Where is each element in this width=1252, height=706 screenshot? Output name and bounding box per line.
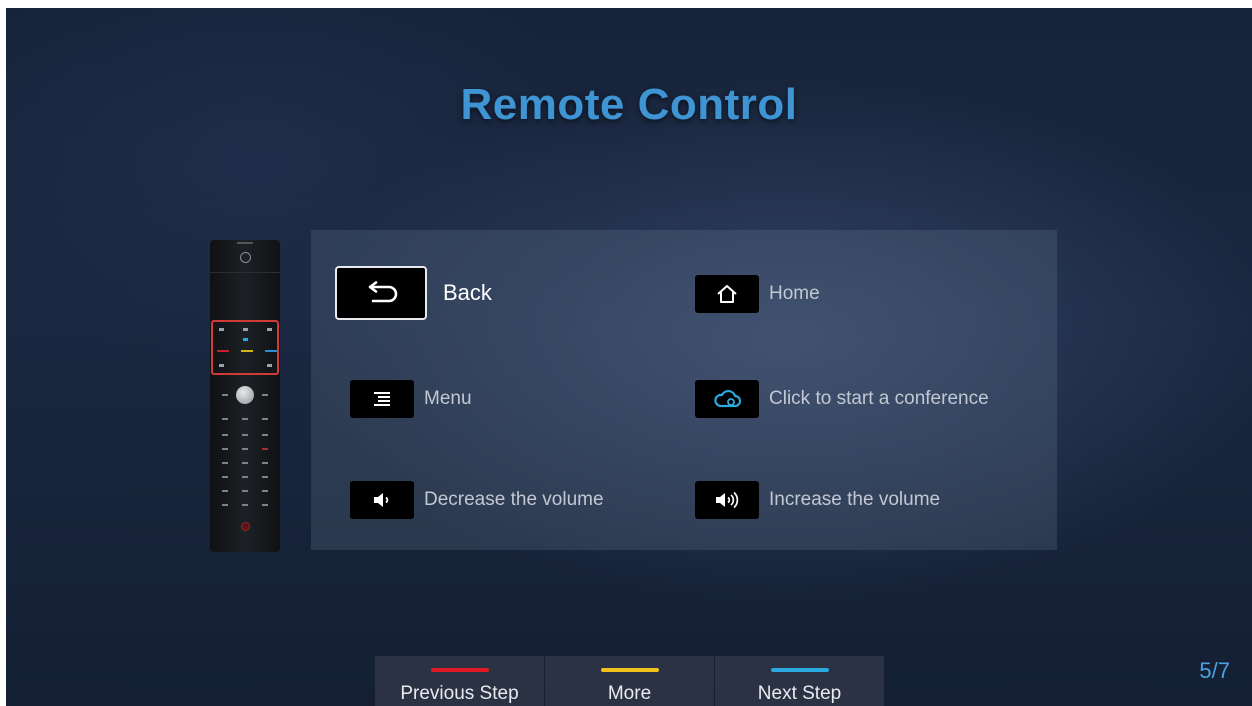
remote-key (242, 504, 248, 506)
remote-highlight-region (211, 320, 279, 375)
remote-key (222, 476, 228, 478)
remote-power-button (240, 252, 251, 263)
remote-menu-key (267, 328, 272, 331)
remote-key (222, 462, 228, 464)
back-arrow-icon (335, 266, 427, 320)
cloud-icon (695, 380, 759, 418)
blue-key-indicator (771, 668, 829, 672)
remote-key (242, 418, 248, 420)
remote-cloud-key (243, 338, 248, 341)
remote-key (262, 418, 268, 420)
remote-key (262, 504, 268, 506)
page-indicator: 5/7 (1199, 658, 1230, 683)
key-item-conference[interactable]: Click to start a conference (695, 380, 989, 418)
yellow-key-indicator (601, 668, 659, 672)
red-key-indicator (431, 668, 489, 672)
more-button[interactable]: More (545, 656, 714, 706)
remote-key (262, 448, 268, 450)
remote-key (242, 434, 248, 436)
key-label-conference: Click to start a conference (769, 388, 989, 409)
next-step-button[interactable]: Next Step (715, 656, 884, 706)
remote-key (262, 476, 268, 478)
page-title: Remote Control (460, 80, 798, 129)
remote-key (242, 490, 248, 492)
remote-blue-key (265, 350, 277, 352)
remote-key (262, 462, 268, 464)
key-label-volume-down: Decrease the volume (424, 489, 604, 510)
remote-red-key (217, 350, 229, 352)
key-label-volume-up: Increase the volume (769, 489, 941, 510)
remote-key (242, 448, 248, 450)
remote-key (222, 434, 228, 436)
key-item-home[interactable]: Home (695, 275, 820, 313)
remote-control-screen: Remote Control Back Home Menu Click to s… (6, 8, 1252, 706)
key-label-back: Back (443, 280, 492, 305)
remote-key (242, 462, 248, 464)
remote-back-key (219, 328, 224, 331)
key-item-back[interactable]: Back (335, 266, 492, 320)
key-label-menu: Menu (424, 388, 472, 409)
remote-vol-down-key (219, 364, 224, 367)
remote-yellow-key (241, 350, 253, 352)
key-legend-panel: Back Home Menu Click to start a conferen… (311, 230, 1057, 550)
remote-key (222, 490, 228, 492)
menu-icon (350, 380, 414, 418)
remote-key (262, 434, 268, 436)
key-label-home: Home (769, 283, 820, 304)
remote-key (262, 394, 268, 396)
remote-key (222, 418, 228, 420)
key-item-volume-down[interactable]: Decrease the volume (350, 481, 604, 519)
remote-vol-up-key (267, 364, 272, 367)
previous-step-button[interactable]: Previous Step (375, 656, 544, 706)
key-item-volume-up[interactable]: Increase the volume (695, 481, 940, 519)
more-label: More (607, 683, 652, 704)
remote-key (222, 448, 228, 450)
next-step-label: Next Step (757, 683, 842, 704)
remote-divider (210, 272, 280, 273)
volume-down-icon (350, 481, 414, 519)
previous-step-label: Previous Step (400, 683, 519, 704)
remote-control-image (210, 240, 280, 552)
remote-top-edge (237, 242, 253, 244)
remote-key (222, 504, 228, 506)
remote-key (262, 490, 268, 492)
remote-dpad (236, 386, 254, 404)
remote-home-key (243, 328, 248, 331)
volume-up-icon (695, 481, 759, 519)
remote-end-call-button (241, 522, 250, 531)
key-item-menu[interactable]: Menu (350, 380, 472, 418)
footer-button-bar: Previous Step More Next Step (375, 656, 885, 706)
remote-key (242, 476, 248, 478)
remote-key (222, 394, 228, 396)
home-icon (695, 275, 759, 313)
